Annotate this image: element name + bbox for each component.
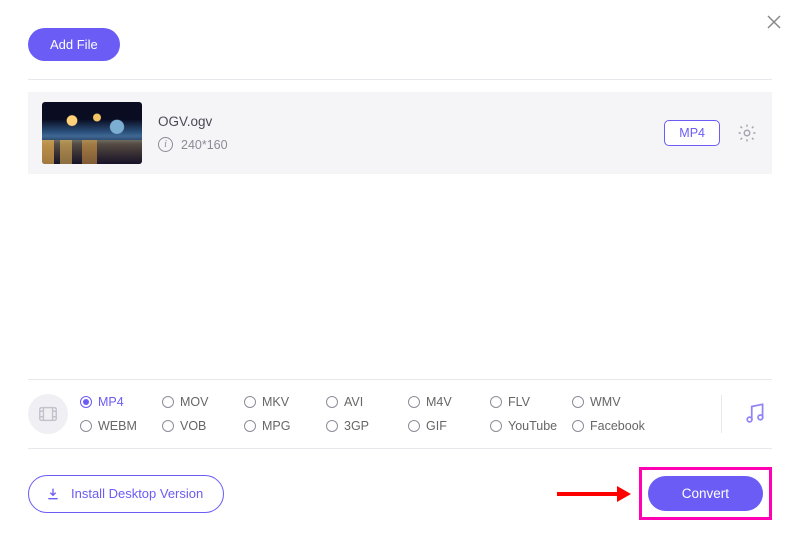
format-option-label: GIF bbox=[426, 419, 447, 433]
format-option-facebook[interactable]: Facebook bbox=[572, 419, 654, 433]
format-option-vob[interactable]: VOB bbox=[162, 419, 244, 433]
format-panel: MP4 MOV MKV AVI M4V FLV WMV WEBM VOB MPG 3GP GIF You… bbox=[28, 379, 772, 449]
format-option-avi[interactable]: AVI bbox=[326, 395, 408, 409]
format-option-label: YouTube bbox=[508, 419, 557, 433]
format-option-label: AVI bbox=[344, 395, 363, 409]
radio-icon bbox=[408, 420, 420, 432]
file-name: OGV.ogv bbox=[158, 114, 228, 129]
file-thumbnail[interactable] bbox=[42, 102, 142, 164]
format-option-label: M4V bbox=[426, 395, 452, 409]
radio-icon bbox=[80, 420, 92, 432]
install-desktop-button[interactable]: Install Desktop Version bbox=[28, 475, 224, 513]
format-option-webm[interactable]: WEBM bbox=[80, 419, 162, 433]
radio-icon bbox=[244, 420, 256, 432]
add-file-button[interactable]: Add File bbox=[28, 28, 120, 61]
format-option-label: FLV bbox=[508, 395, 530, 409]
radio-icon bbox=[490, 396, 502, 408]
close-icon[interactable] bbox=[764, 12, 784, 32]
radio-icon bbox=[572, 396, 584, 408]
format-option-label: MPG bbox=[262, 419, 290, 433]
download-icon bbox=[45, 486, 61, 502]
format-option-wmv[interactable]: WMV bbox=[572, 395, 654, 409]
radio-icon bbox=[490, 420, 502, 432]
radio-icon bbox=[244, 396, 256, 408]
format-option-youtube[interactable]: YouTube bbox=[490, 419, 572, 433]
format-option-m4v[interactable]: M4V bbox=[408, 395, 490, 409]
format-option-label: MKV bbox=[262, 395, 289, 409]
divider bbox=[721, 395, 722, 433]
convert-button[interactable]: Convert bbox=[648, 476, 763, 511]
format-option-3gp[interactable]: 3GP bbox=[326, 419, 408, 433]
radio-icon bbox=[162, 396, 174, 408]
radio-icon bbox=[572, 420, 584, 432]
format-option-label: Facebook bbox=[590, 419, 645, 433]
format-option-label: MOV bbox=[180, 395, 208, 409]
format-option-flv[interactable]: FLV bbox=[490, 395, 572, 409]
file-resolution: 240*160 bbox=[181, 138, 228, 152]
radio-icon bbox=[326, 420, 338, 432]
radio-icon bbox=[80, 396, 92, 408]
format-option-label: MP4 bbox=[98, 395, 124, 409]
format-option-mp4[interactable]: MP4 bbox=[80, 395, 162, 409]
format-option-label: WEBM bbox=[98, 419, 137, 433]
gear-icon[interactable] bbox=[736, 122, 758, 144]
audio-category-icon[interactable] bbox=[742, 400, 772, 429]
format-option-mov[interactable]: MOV bbox=[162, 395, 244, 409]
format-option-label: 3GP bbox=[344, 419, 369, 433]
format-option-gif[interactable]: GIF bbox=[408, 419, 490, 433]
file-target-format-button[interactable]: MP4 bbox=[664, 120, 720, 146]
format-option-label: VOB bbox=[180, 419, 206, 433]
annotation-highlight: Convert bbox=[639, 467, 772, 520]
radio-icon bbox=[162, 420, 174, 432]
info-icon[interactable]: i bbox=[158, 137, 173, 152]
format-option-label: WMV bbox=[590, 395, 621, 409]
video-category-icon[interactable] bbox=[28, 394, 68, 434]
install-desktop-label: Install Desktop Version bbox=[71, 486, 203, 501]
radio-icon bbox=[408, 396, 420, 408]
annotation-arrow bbox=[557, 486, 631, 502]
format-option-mkv[interactable]: MKV bbox=[244, 395, 326, 409]
divider bbox=[28, 79, 772, 80]
radio-icon bbox=[326, 396, 338, 408]
file-item: OGV.ogv i 240*160 MP4 bbox=[28, 92, 772, 174]
format-option-mpg[interactable]: MPG bbox=[244, 419, 326, 433]
